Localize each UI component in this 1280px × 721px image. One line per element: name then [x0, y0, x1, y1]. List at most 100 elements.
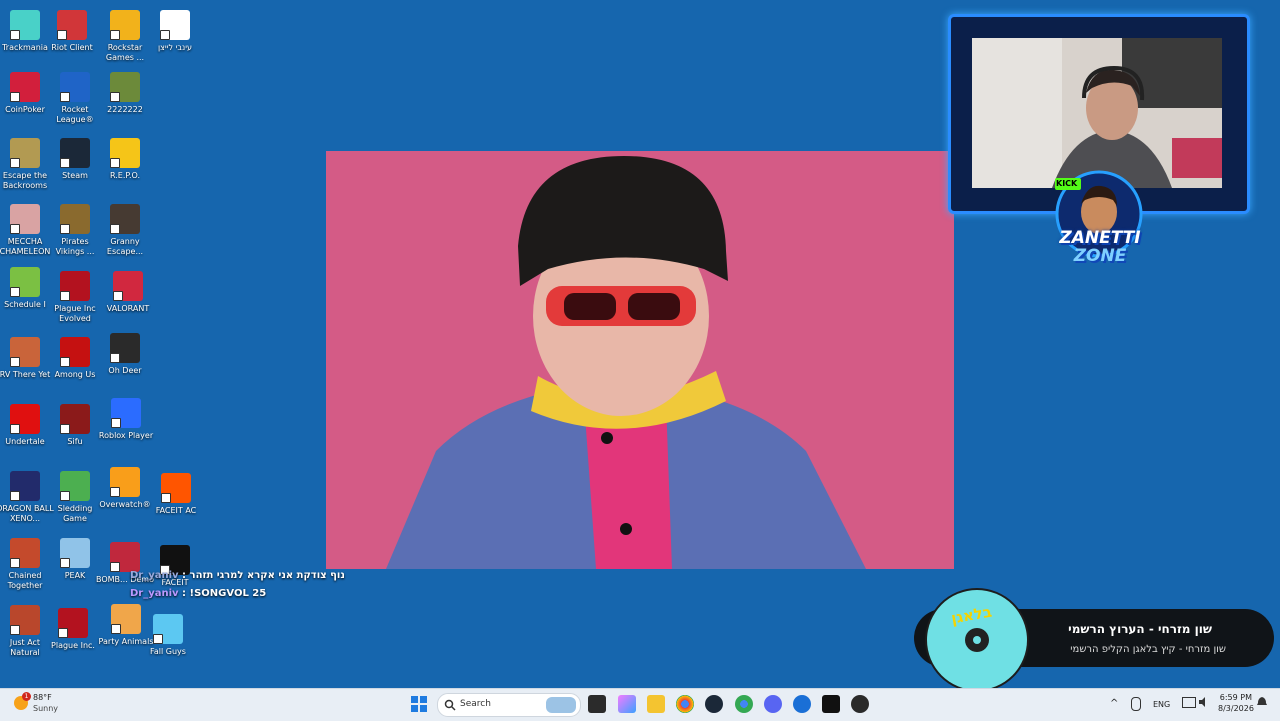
desktop-icon[interactable]: Granny Escape... — [96, 204, 154, 257]
app-shortcut-icon — [60, 471, 90, 501]
zanetti-zone-logo: KICK ZANETTI ZONE — [1043, 168, 1155, 272]
app-shortcut-icon — [113, 271, 143, 301]
steam-icon[interactable] — [705, 695, 723, 713]
weather-widget[interactable]: 1 88°F Sunny — [12, 692, 82, 716]
desktop-icon[interactable]: Roblox Player — [97, 398, 155, 441]
app-shortcut-icon — [110, 333, 140, 363]
desktop-icon[interactable]: Plague Inc. — [44, 608, 102, 651]
desktop-icon[interactable]: Sifu — [46, 404, 104, 447]
app-shortcut-icon — [10, 538, 40, 568]
search-highlight-icon — [546, 697, 576, 713]
desktop-icon-label: עינבי לייצן — [157, 43, 192, 52]
app-shortcut-icon — [60, 538, 90, 568]
app-shortcut-icon — [111, 398, 141, 428]
app-shortcut-icon — [60, 271, 90, 301]
desktop-icon[interactable]: עינבי לייצן — [146, 10, 204, 53]
network-icon[interactable] — [1182, 697, 1196, 708]
clock-date: 8/3/2026 — [1218, 704, 1254, 713]
desktop-icon[interactable]: Fall Guys — [139, 614, 197, 657]
clock-time: 6:59 PM — [1219, 693, 1252, 702]
taskbar — [0, 688, 1280, 721]
chrome-icon[interactable] — [676, 695, 694, 713]
desktop-icon-label: R.E.P.O. — [109, 171, 141, 180]
app-shortcut-icon — [10, 267, 40, 297]
chat-text: !SONGVOL 25 — [189, 588, 267, 599]
desktop-icon[interactable]: FACEIT — [146, 545, 204, 588]
app-shortcut-icon — [160, 10, 190, 40]
app-shortcut-icon — [110, 467, 140, 497]
desktop-icon-label: Plague Inc Evolved — [54, 304, 96, 323]
desktop-icon-label: FACEIT AC — [155, 506, 197, 515]
desktop-icon[interactable]: Overwatch® — [96, 467, 154, 510]
app-shortcut-icon — [60, 404, 90, 434]
microphone-icon[interactable] — [1131, 697, 1141, 711]
app-icon[interactable] — [793, 695, 811, 713]
app-shortcut-icon — [58, 608, 88, 638]
chevron-up-icon[interactable]: ^ — [1110, 698, 1118, 709]
obs-icon[interactable] — [851, 695, 869, 713]
search-icon — [444, 699, 456, 711]
app-shortcut-icon — [153, 614, 183, 644]
desktop-icon-label: Overwatch® — [99, 500, 151, 509]
task-view-icon[interactable] — [588, 695, 606, 713]
chat-message-2: Dr_yaniv : !SONGVOL 25 — [130, 588, 267, 599]
app-shortcut-icon — [110, 542, 140, 572]
desktop-icon[interactable]: FACEIT AC — [147, 473, 205, 516]
notification-bell-icon[interactable] — [1257, 697, 1267, 707]
app-shortcut-icon — [110, 138, 140, 168]
search-placeholder: Search — [460, 699, 491, 709]
chat-text: נוף צודקת אני אקרא למרגי תזהר — [189, 570, 345, 581]
app-shortcut-icon — [110, 72, 140, 102]
weather-temp: 88°F — [33, 693, 52, 702]
taskbar-search[interactable]: Search — [437, 693, 581, 717]
app-shortcut-icon — [60, 72, 90, 102]
windows-logo-icon — [411, 696, 427, 712]
now-playing-title: שון מזרחי - הערוץ הרשמי — [1068, 622, 1212, 636]
desktop-icon[interactable]: VALORANT — [99, 271, 157, 314]
chrome-profile-icon[interactable] — [735, 695, 753, 713]
desktop-icon[interactable]: Riot Client — [43, 10, 101, 53]
desktop-icon-label: Riot Client — [51, 43, 93, 52]
desktop-icon[interactable]: 2222222 — [96, 72, 154, 115]
app-shortcut-icon — [10, 72, 40, 102]
app-shortcut-icon — [10, 471, 40, 501]
now-playing-subtitle: שון מזרחי - קיץ בלאגן הקליפ הרשמי — [1070, 644, 1226, 655]
desktop-icon-label: Fall Guys — [150, 647, 186, 656]
desktop-icon-label: Roblox Player — [98, 431, 154, 440]
app-shortcut-icon — [60, 204, 90, 234]
file-explorer-icon[interactable] — [647, 695, 665, 713]
chat-username: Dr_yaniv — [130, 588, 179, 599]
app-shortcut-icon — [60, 337, 90, 367]
app-shortcut-icon — [111, 604, 141, 634]
now-playing-disc: בלאגן — [925, 588, 1029, 692]
desktop-icon[interactable]: Plague Inc Evolved — [46, 271, 104, 324]
faceit-icon[interactable] — [822, 695, 840, 713]
desktop-icon-label: VALORANT — [106, 304, 150, 313]
logo-badge-text: KICK — [1056, 179, 1078, 188]
discord-icon[interactable] — [764, 695, 782, 713]
app-shortcut-icon — [60, 138, 90, 168]
logo-line2: ZONE — [1073, 246, 1127, 266]
speaker-icon[interactable] — [1198, 697, 1208, 707]
video-frame — [326, 151, 954, 569]
desktop-icon[interactable]: R.E.P.O. — [96, 138, 154, 181]
desktop-icon-label: Oh Deer — [108, 366, 142, 375]
desktop-icon-label: 2222222 — [107, 105, 143, 114]
video-portrait-image — [326, 151, 954, 569]
clock[interactable]: 6:59 PM 8/3/2026 — [1218, 693, 1254, 713]
chat-username: Dr_yaniv — [130, 570, 179, 581]
app-shortcut-icon — [110, 10, 140, 40]
app-shortcut-icon — [10, 204, 40, 234]
copilot-icon[interactable] — [618, 695, 636, 713]
desktop-icon[interactable]: Oh Deer — [96, 333, 154, 376]
desktop-icon-label: Plague Inc. — [51, 641, 95, 650]
language-indicator[interactable]: ENG — [1153, 700, 1170, 709]
app-shortcut-icon — [161, 473, 191, 503]
app-shortcut-icon — [10, 10, 40, 40]
app-shortcut-icon — [10, 605, 40, 635]
app-shortcut-icon — [110, 204, 140, 234]
webcam-person-image — [972, 38, 1222, 188]
start-button[interactable] — [410, 695, 428, 713]
chat-message-1: Dr_yaniv : נוף צודקת אני אקרא למרגי תזהר — [130, 570, 345, 581]
vinyl-disc-icon — [927, 590, 1027, 690]
